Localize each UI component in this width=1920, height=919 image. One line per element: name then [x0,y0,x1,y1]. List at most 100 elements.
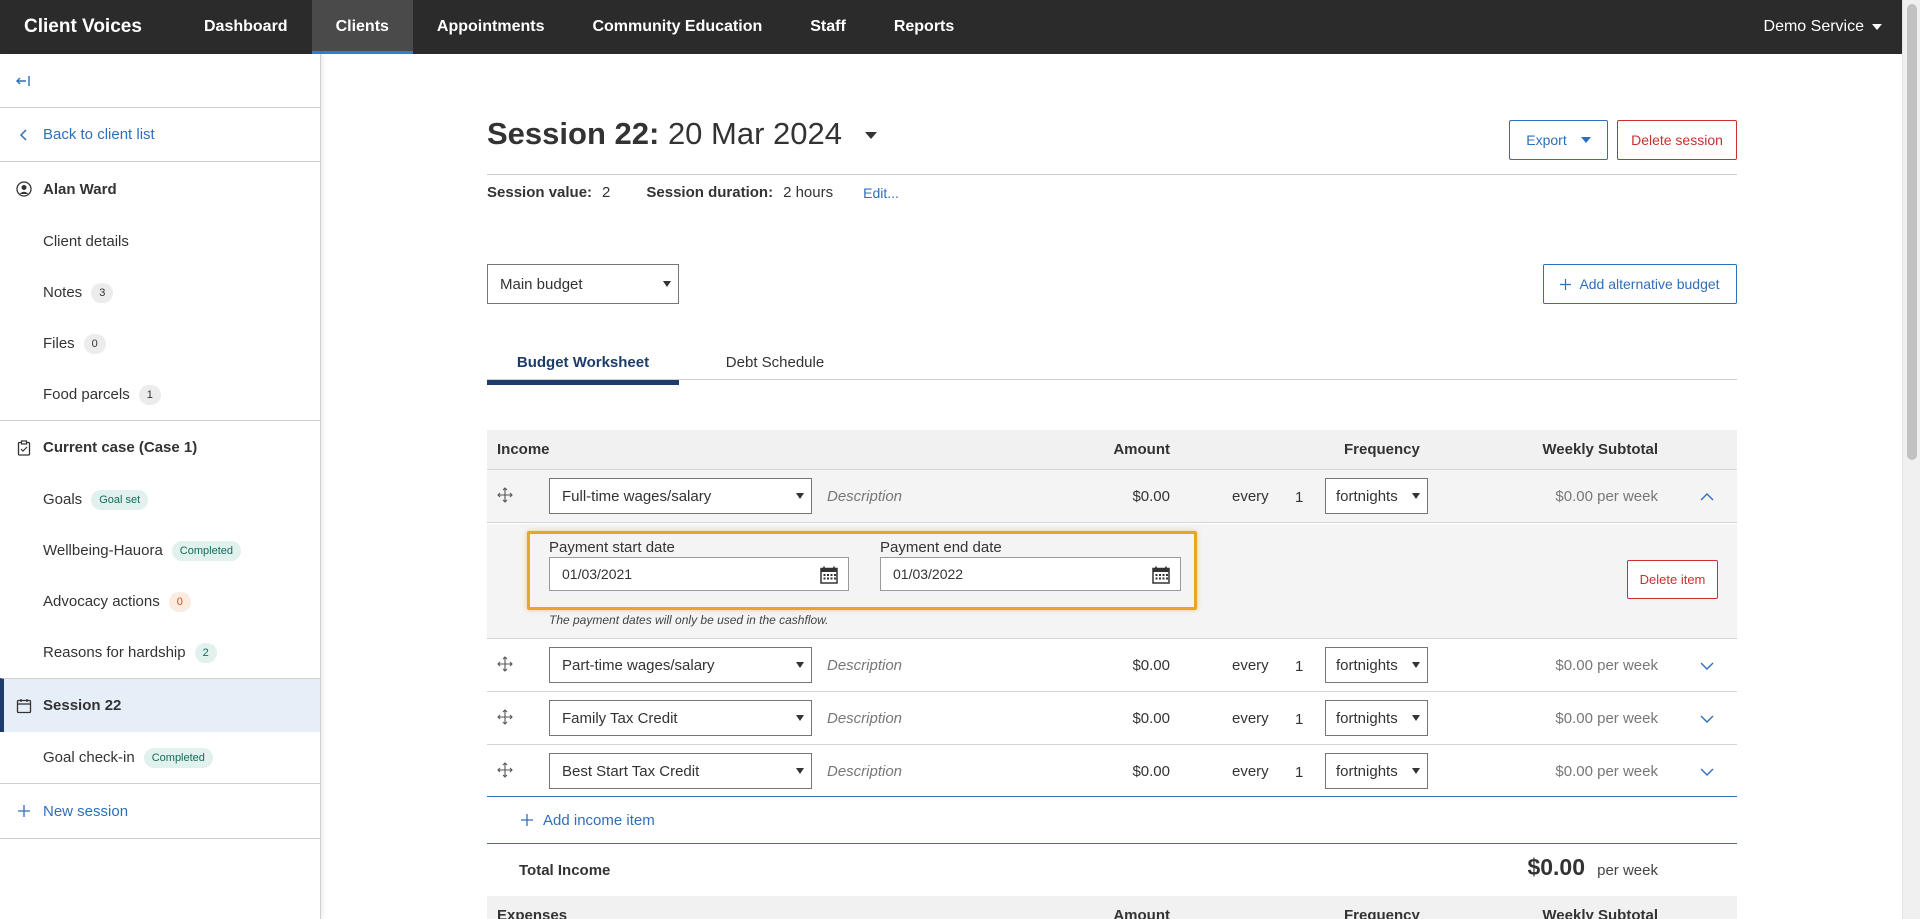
income-type-select[interactable]: Full-time wages/salary [549,478,812,514]
chevron-down-icon [1872,24,1882,30]
frequency-value: fortnights [1336,487,1398,505]
collapse-sidebar-button[interactable] [0,54,320,108]
frequency-value: fortnights [1336,762,1398,780]
plus-icon [521,814,533,826]
nav-appointments[interactable]: Appointments [413,0,569,54]
nav-community-education[interactable]: Community Education [568,0,786,54]
nav-clients[interactable]: Clients [311,0,414,54]
description-field[interactable]: Description [827,488,902,505]
description-field[interactable]: Description [827,657,902,674]
description-field[interactable]: Description [827,763,902,780]
amount-field[interactable]: $0.00 [1132,710,1170,727]
edit-session-link[interactable]: Edit... [863,185,899,201]
payment-dates-hint: The payment dates will only be used in t… [549,613,829,627]
client-name-item[interactable]: Alan Ward [0,162,320,216]
calendar-icon[interactable] [1152,566,1170,584]
amount-field[interactable]: $0.00 [1132,763,1170,780]
frequency-count-field[interactable]: 1 [1295,711,1303,728]
delete-item-button[interactable]: Delete item [1627,560,1718,599]
nav-staff[interactable]: Staff [786,0,870,54]
sidebar-item-session[interactable]: Session 22 [0,678,320,732]
tab-debt-schedule[interactable]: Debt Schedule [679,344,871,380]
sidebar-item-goal-checkin[interactable]: Goal check-in Completed [0,732,320,783]
amount-header: Amount [1113,441,1170,458]
divider [487,174,1737,175]
status-badge: Goal set [91,489,149,510]
income-type-value: Family Tax Credit [562,709,678,727]
chevron-left-icon [16,127,32,143]
export-label: Export [1526,132,1567,148]
current-case-item[interactable]: Current case (Case 1) [0,420,320,474]
frequency-value: fortnights [1336,709,1398,727]
drag-handle-icon[interactable] [497,762,513,778]
sidebar-item-food-parcels[interactable]: Food parcels 1 [0,369,320,420]
dropdown-arrow-icon [1412,493,1420,499]
frequency-select[interactable]: fortnights [1325,647,1428,683]
chevron-down-icon[interactable] [1700,767,1714,777]
app-brand[interactable]: Client Voices [0,0,180,54]
frequency-select[interactable]: fortnights [1325,700,1428,736]
income-type-select[interactable]: Family Tax Credit [549,700,812,736]
tab-budget-worksheet[interactable]: Budget Worksheet [487,344,679,385]
scrollbar-thumb[interactable] [1907,4,1917,460]
frequency-count-field[interactable]: 1 [1295,489,1303,506]
budget-select[interactable]: Main budget [487,264,679,304]
sidebar-item-label: Food parcels [43,386,130,403]
chevron-up-icon[interactable] [1700,492,1714,502]
sidebar-item-notes[interactable]: Notes 3 [0,267,320,318]
income-table-header: Income Amount Frequency Weekly Subtotal [487,430,1737,470]
sidebar-item-goals[interactable]: Goals Goal set [0,474,320,525]
status-badge: Completed [143,747,213,768]
weekly-subtotal: $0.00 per week [1555,488,1658,505]
service-menu[interactable]: Demo Service [1764,0,1920,54]
calendar-icon[interactable] [820,566,838,584]
sidebar-item-wellbeing[interactable]: Wellbeing-Hauora Completed [0,525,320,576]
payment-start-label: Payment start date [549,539,675,556]
amount-field[interactable]: $0.00 [1132,488,1170,505]
sidebar-item-advocacy[interactable]: Advocacy actions 0 [0,576,320,627]
sidebar-item-files[interactable]: Files 0 [0,318,320,369]
drag-handle-icon[interactable] [497,487,513,503]
sidebar-item-label: Wellbeing-Hauora [43,542,163,559]
new-session-button[interactable]: New session [0,783,320,839]
count-badge: 1 [138,384,161,405]
dropdown-arrow-icon [1412,715,1420,721]
income-type-select[interactable]: Best Start Tax Credit [549,753,812,789]
dropdown-arrow-icon [796,715,804,721]
sidebar-item-hardship[interactable]: Reasons for hardship 2 [0,627,320,678]
chevron-down-icon[interactable] [1700,714,1714,724]
session-duration: 2 hours [783,184,834,201]
sidebar-item-client-details[interactable]: Client details [0,216,320,267]
dropdown-arrow-icon [1412,662,1420,668]
frequency-count-field[interactable]: 1 [1295,764,1303,781]
frequency-select[interactable]: fortnights [1325,478,1428,514]
sidebar-item-label: Notes [43,284,83,301]
frequency-count-field[interactable]: 1 [1295,658,1303,675]
nav-reports[interactable]: Reports [870,0,978,54]
add-alternative-budget-button[interactable]: Add alternative budget [1543,264,1737,304]
total-income-row: Total Income $0.00 per week [487,844,1737,896]
page-title[interactable]: Session 22: 20 Mar 2024 [487,116,877,152]
sidebar: Back to client list Alan Ward Client det… [0,54,321,919]
drag-handle-icon[interactable] [497,656,513,672]
drag-handle-icon[interactable] [497,709,513,725]
export-button[interactable]: Export [1509,120,1608,160]
add-income-item-button[interactable]: Add income item [487,796,1737,844]
frequency-select[interactable]: fortnights [1325,753,1428,789]
amount-field[interactable]: $0.00 [1132,657,1170,674]
payment-start-date-input[interactable]: 01/03/2021 [549,557,849,591]
payment-end-date-input[interactable]: 01/03/2022 [880,557,1181,591]
back-to-client-list[interactable]: Back to client list [0,108,320,162]
weekly-subtotal: $0.00 per week [1555,710,1658,727]
chevron-down-icon [864,132,877,140]
sidebar-item-label: Advocacy actions [43,593,160,610]
page-scrollbar[interactable] [1902,0,1920,919]
delete-session-button[interactable]: Delete session [1617,120,1737,160]
service-name: Demo Service [1763,18,1864,35]
chevron-down-icon[interactable] [1700,661,1714,671]
session-number: Session 22: [487,116,660,151]
description-field[interactable]: Description [827,710,902,727]
income-type-select[interactable]: Part-time wages/salary [549,647,812,683]
nav-dashboard[interactable]: Dashboard [180,0,312,54]
sidebar-item-label: Files [43,335,75,352]
